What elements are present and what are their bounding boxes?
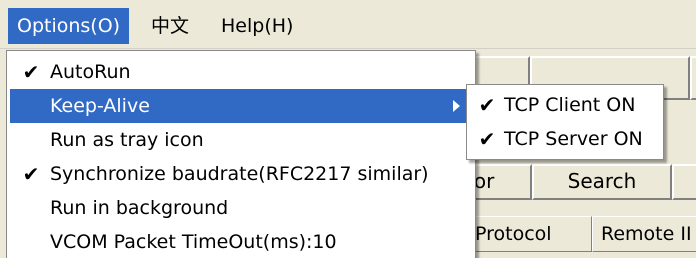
check-icon: ✔ — [22, 162, 40, 186]
search-button[interactable]: Search — [532, 164, 672, 200]
menu-bar: Options(O) 中文 Help(H) — [0, 0, 696, 49]
submenu-item-label: TCP Client ON — [504, 94, 636, 116]
column-header-protocol[interactable]: Protocol — [466, 216, 592, 252]
menu-item-keep-alive[interactable]: Keep-Alive — [10, 89, 472, 123]
column-header-remote-ip[interactable]: Remote II — [592, 216, 696, 252]
menu-item-run-as-tray-icon[interactable]: Run as tray icon — [10, 123, 472, 157]
menu-item-label: Run as tray icon — [50, 129, 204, 151]
menu-item-vcom-packet-timeout[interactable]: VCOM Packet TimeOut(ms):10 — [10, 225, 472, 258]
menu-item-autorun[interactable]: ✔ AutoRun — [10, 55, 472, 89]
menu-help[interactable]: Help(H) — [212, 8, 302, 44]
menu-item-label: Synchronize baudrate(RFC2217 similar) — [50, 163, 429, 185]
check-icon: ✔ — [478, 127, 496, 151]
background-button-3[interactable] — [690, 56, 696, 100]
check-icon: ✔ — [478, 93, 496, 117]
options-dropdown-menu: ✔ AutoRun Keep-Alive Run as tray icon ✔ … — [6, 50, 476, 258]
submenu-arrow-icon — [453, 100, 460, 112]
submenu-item-tcp-server-on[interactable]: ✔ TCP Server ON — [470, 122, 660, 156]
menu-item-label: AutoRun — [50, 61, 131, 83]
submenu-item-tcp-client-on[interactable]: ✔ TCP Client ON — [470, 88, 660, 122]
menu-item-synchronize-baudrate[interactable]: ✔ Synchronize baudrate(RFC2217 similar) — [10, 157, 472, 191]
menu-item-label: Keep-Alive — [50, 95, 150, 117]
app-window: Options(O) 中文 Help(H) tor Search Protoco… — [0, 0, 696, 258]
menu-item-label: VCOM Packet TimeOut(ms):10 — [50, 231, 337, 253]
menu-item-run-in-background[interactable]: Run in background — [10, 191, 472, 225]
background-button-4[interactable] — [672, 164, 696, 200]
check-icon: ✔ — [22, 60, 40, 84]
menu-chinese[interactable]: 中文 — [142, 8, 198, 44]
keep-alive-submenu: ✔ TCP Client ON ✔ TCP Server ON — [466, 84, 664, 160]
menu-options[interactable]: Options(O) — [8, 8, 130, 44]
menu-item-label: Run in background — [50, 197, 229, 219]
submenu-item-label: TCP Server ON — [504, 128, 643, 150]
